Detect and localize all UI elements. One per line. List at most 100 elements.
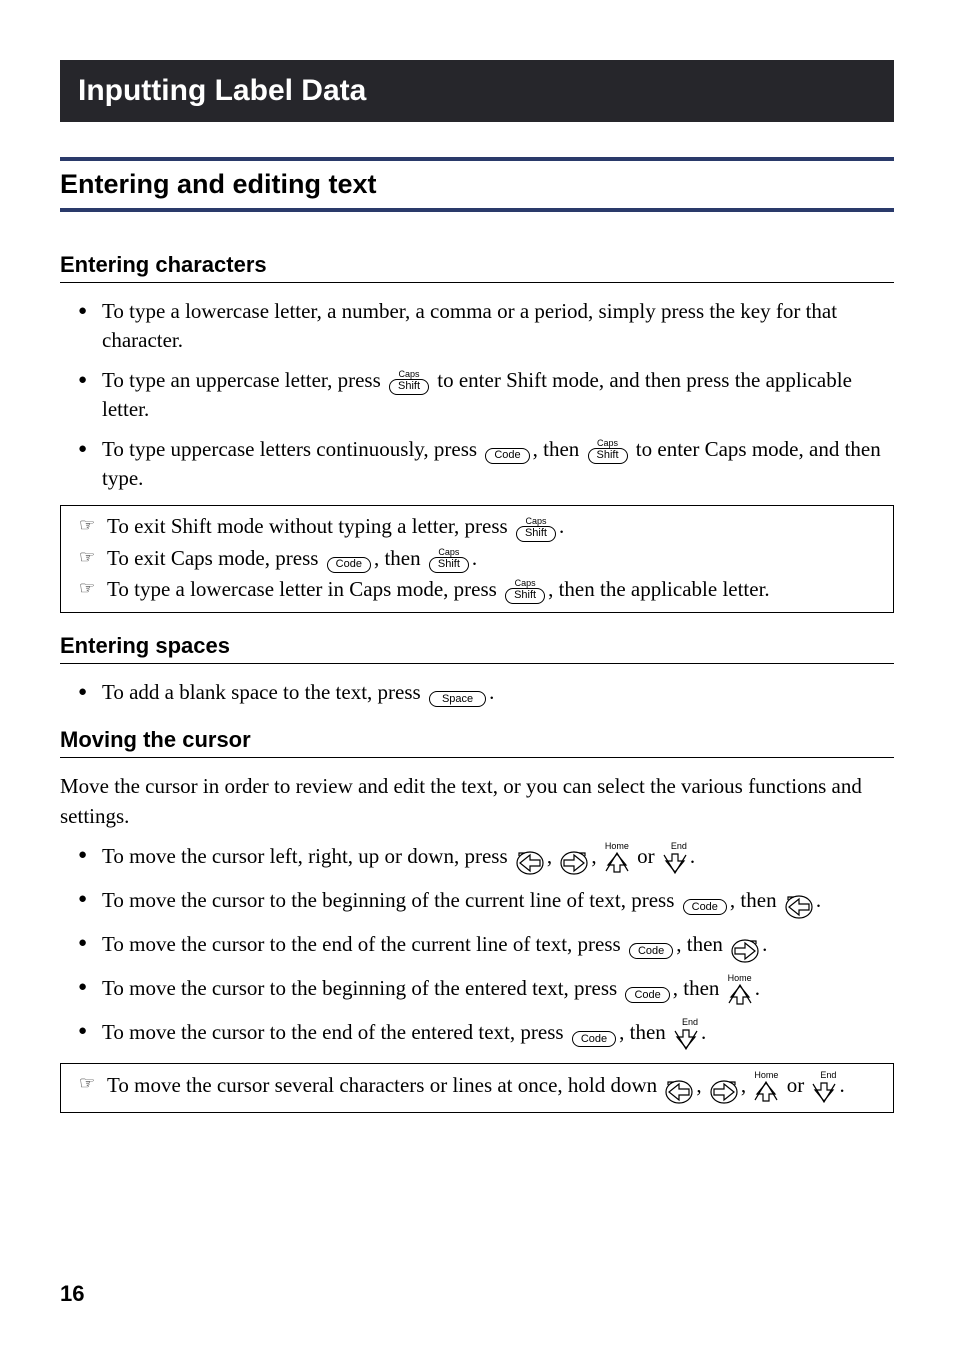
bullet-item: To type uppercase letters continuously, … <box>60 435 894 494</box>
text: To type a lowercase letter, a number, a … <box>102 299 837 352</box>
text: . <box>559 514 564 538</box>
key-caption: Caps <box>438 547 459 557</box>
space-key-icon: Space <box>429 681 486 707</box>
code-key-icon: Code <box>683 889 727 915</box>
text: , then <box>730 888 782 912</box>
notes-box: To move the cursor several characters or… <box>60 1063 894 1113</box>
h3-entering-characters: Entering characters <box>60 252 894 283</box>
text: . <box>489 680 494 704</box>
text: or <box>632 844 660 868</box>
bullet-item: To add a blank space to the text, press … <box>60 678 894 707</box>
text: , then <box>533 437 585 461</box>
note-item: To type a lowercase letter in Caps mode,… <box>65 575 889 604</box>
key-caption: End <box>671 841 687 851</box>
code-key-icon: Code <box>327 547 371 573</box>
key-caption: Caps <box>597 438 618 448</box>
bullet-item: To move the cursor to the end of the cur… <box>60 929 894 963</box>
key-label: Shift <box>588 448 628 464</box>
intro-paragraph: Move the cursor in order to review and e… <box>60 772 894 831</box>
key-caption: Home <box>605 841 629 851</box>
up-arrow-key-icon: Home <box>605 841 629 875</box>
key-caption: Caps <box>525 516 546 526</box>
down-arrow-key-icon: End <box>812 1070 836 1104</box>
text: or <box>781 1073 809 1097</box>
key-caption: Home <box>728 973 752 983</box>
key-label: Code <box>327 557 371 573</box>
text: To move the cursor several characters or… <box>107 1073 662 1097</box>
key-caption: Home <box>754 1070 778 1080</box>
text: . <box>839 1073 844 1097</box>
down-arrow-key-icon: End <box>674 1017 698 1051</box>
h3-moving-cursor: Moving the cursor <box>60 727 894 758</box>
key-caption: End <box>820 1070 836 1080</box>
text: , then <box>374 546 426 570</box>
text: , <box>741 1073 752 1097</box>
text: . <box>816 888 821 912</box>
code-key-icon: Code <box>572 1021 616 1047</box>
key-label: Space <box>429 691 486 707</box>
code-key-icon: Code <box>485 438 529 464</box>
key-label: Shift <box>429 557 469 573</box>
text: To type uppercase letters continuously, … <box>102 437 482 461</box>
text: . <box>755 976 760 1000</box>
text: , then <box>619 1020 671 1044</box>
left-arrow-key-icon <box>785 885 813 919</box>
right-arrow-key-icon <box>560 841 588 875</box>
note-item: To move the cursor several characters or… <box>65 1070 889 1104</box>
left-arrow-key-icon <box>516 841 544 875</box>
h3-entering-spaces: Entering spaces <box>60 633 894 664</box>
bullet-item: To move the cursor to the beginning of t… <box>60 973 894 1007</box>
shift-key-icon: CapsShift <box>516 516 556 542</box>
shift-key-icon: CapsShift <box>505 578 545 604</box>
text: , then <box>676 932 728 956</box>
section-header: Entering and editing text <box>60 157 894 212</box>
notes-box: To exit Shift mode without typing a lett… <box>60 505 894 613</box>
key-label: Shift <box>389 379 429 395</box>
key-label: Shift <box>516 526 556 542</box>
key-label: Code <box>572 1031 616 1047</box>
right-arrow-key-icon <box>710 1070 738 1104</box>
bullet-item: To move the cursor left, right, up or do… <box>60 841 894 875</box>
text: To type an uppercase letter, press <box>102 368 386 392</box>
key-label: Shift <box>505 588 545 604</box>
key-label: Code <box>485 448 529 464</box>
key-caption: Caps <box>399 369 420 379</box>
left-arrow-key-icon <box>665 1070 693 1104</box>
page-number: 16 <box>60 1281 84 1307</box>
text: To add a blank space to the text, press <box>102 680 426 704</box>
shift-key-icon: CapsShift <box>588 438 628 464</box>
text: , then the applicable letter. <box>548 577 770 601</box>
text: To type a lowercase letter in Caps mode,… <box>107 577 502 601</box>
right-arrow-key-icon <box>731 929 759 963</box>
down-arrow-key-icon: End <box>663 841 687 875</box>
text: To move the cursor to the end of the cur… <box>102 932 626 956</box>
bullet-item: To type a lowercase letter, a number, a … <box>60 297 894 356</box>
bullet-item: To move the cursor to the beginning of t… <box>60 885 894 919</box>
shift-key-icon: CapsShift <box>389 369 429 395</box>
code-key-icon: Code <box>625 977 669 1003</box>
page-title-banner: Inputting Label Data <box>60 60 894 122</box>
text: To move the cursor to the beginning of t… <box>102 976 622 1000</box>
up-arrow-key-icon: Home <box>754 1070 778 1104</box>
text: , <box>696 1073 707 1097</box>
text: . <box>472 546 477 570</box>
key-label: Code <box>683 899 727 915</box>
key-caption: End <box>682 1017 698 1027</box>
text: . <box>762 932 767 956</box>
key-label: Code <box>629 943 673 959</box>
text: , <box>547 844 558 868</box>
shift-key-icon: CapsShift <box>429 547 469 573</box>
up-arrow-key-icon: Home <box>728 973 752 1007</box>
bullet-item: To move the cursor to the end of the ent… <box>60 1017 894 1051</box>
bullet-item: To type an uppercase letter, press CapsS… <box>60 366 894 425</box>
key-caption: Caps <box>515 578 536 588</box>
key-label: Code <box>625 987 669 1003</box>
text: . <box>701 1020 706 1044</box>
text: , then <box>673 976 725 1000</box>
code-key-icon: Code <box>629 933 673 959</box>
text: . <box>690 844 695 868</box>
note-item: To exit Caps mode, press Code, then Caps… <box>65 544 889 573</box>
text: To move the cursor to the beginning of t… <box>102 888 680 912</box>
text: To exit Caps mode, press <box>107 546 324 570</box>
text: To move the cursor left, right, up or do… <box>102 844 513 868</box>
